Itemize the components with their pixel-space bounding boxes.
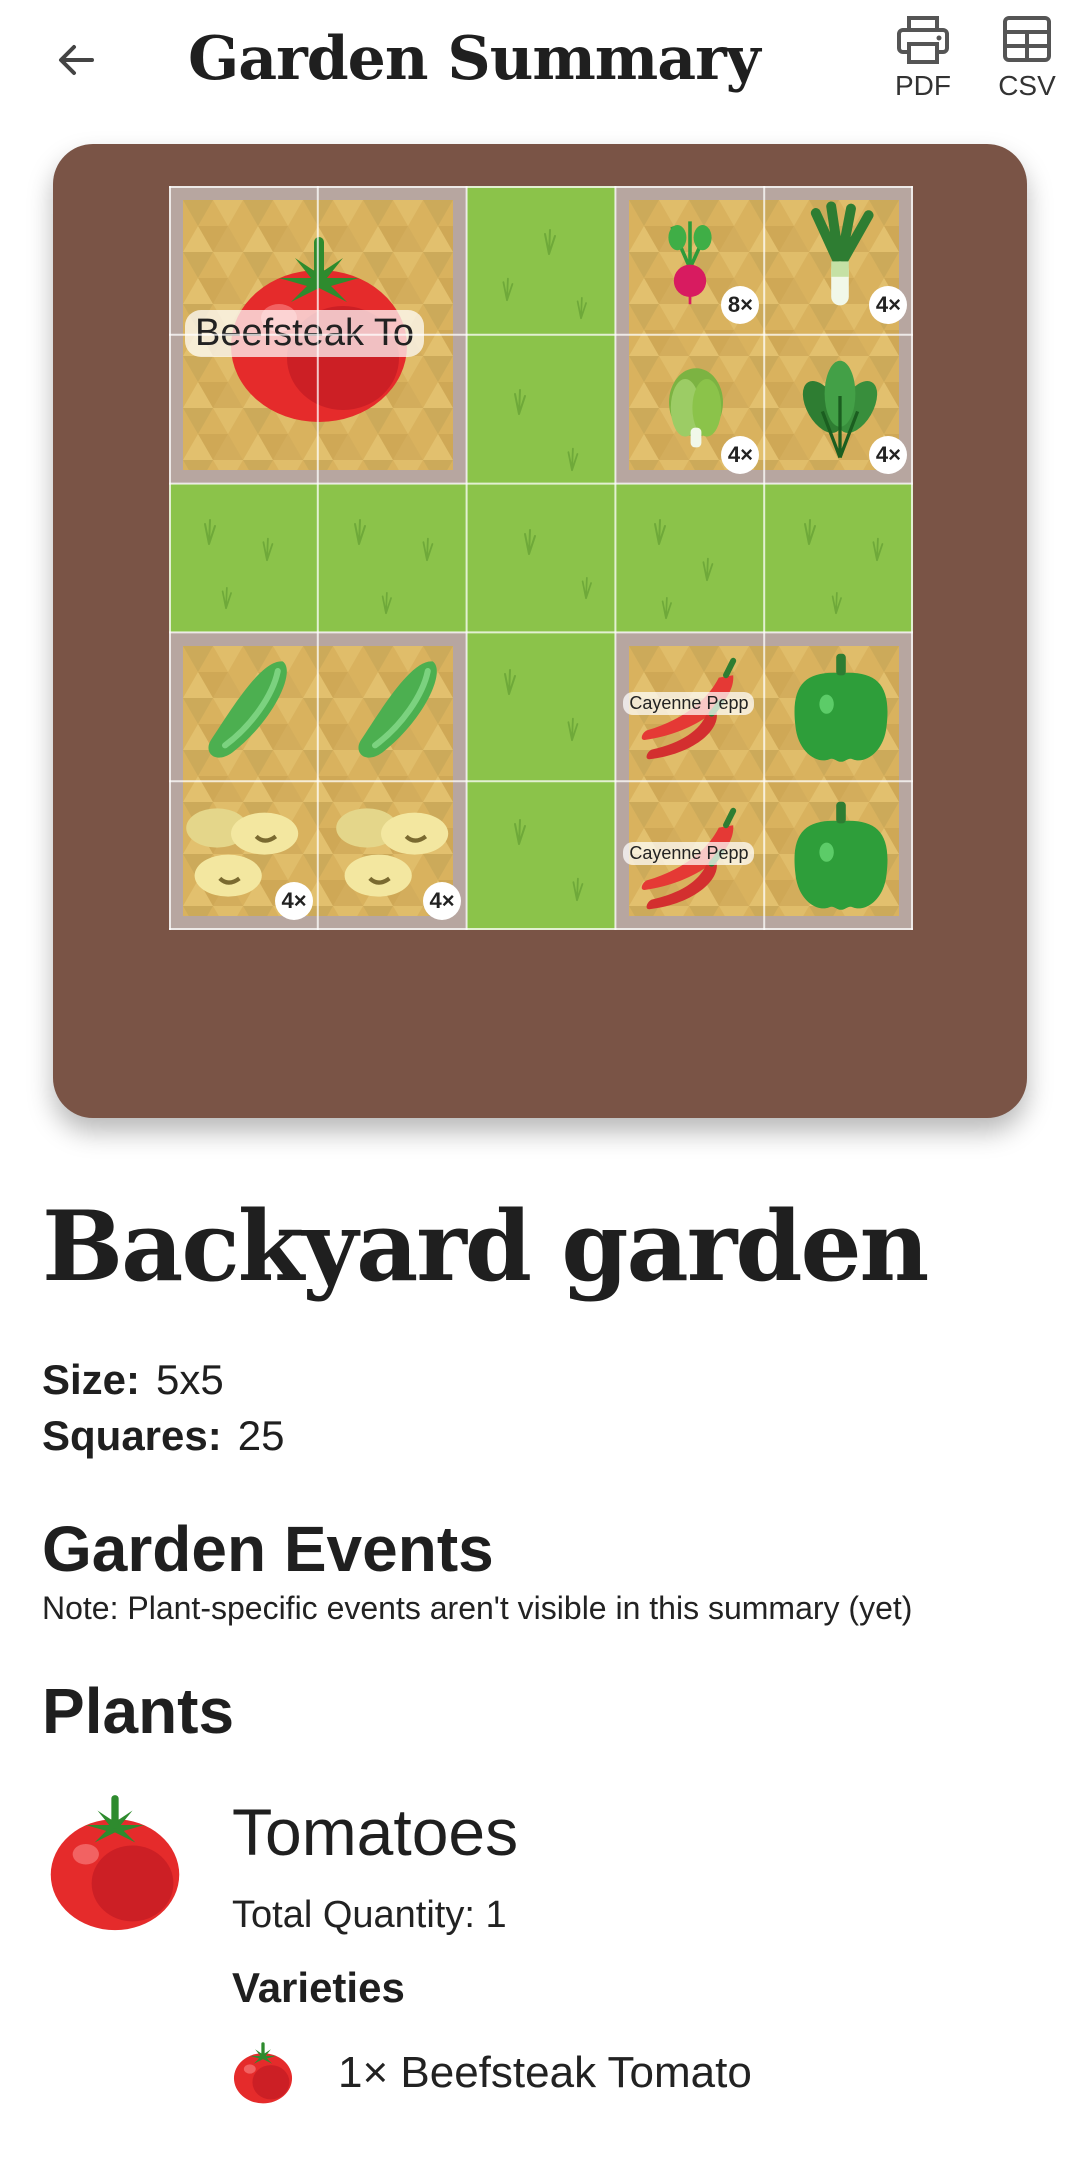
app-bar: Garden Summary PDF CSV — [0, 0, 1080, 130]
cucumber-icon — [339, 642, 459, 772]
cucumber-icon — [189, 642, 309, 772]
grass-cell[interactable] — [317, 483, 467, 633]
back-button[interactable] — [40, 28, 112, 92]
grass-cell[interactable] — [466, 483, 616, 633]
grass-cell[interactable] — [169, 483, 318, 633]
quantity-badge: 4× — [423, 882, 461, 921]
size-label: Size: — [42, 1356, 141, 1403]
grass-cell[interactable] — [466, 334, 616, 484]
grass-cell[interactable] — [615, 483, 765, 633]
garden-bed-bottom-right[interactable]: Cayenne Pepp Cayenne Pepp — [615, 632, 913, 930]
garden-bed-top-right[interactable]: 8× 4× 4× 4× — [615, 186, 913, 484]
export-pdf-button[interactable]: PDF — [878, 14, 968, 114]
grass-cell[interactable] — [466, 632, 616, 782]
variety-item: 1× Beefsteak Tomato — [338, 2048, 752, 2097]
grass-cell[interactable] — [466, 781, 616, 930]
tomato-icon — [42, 1790, 188, 1936]
plants-heading: Plants — [42, 1675, 235, 1747]
pdf-label: PDF — [895, 70, 951, 101]
grass-cell[interactable] — [466, 186, 616, 335]
plant-label: Beefsteak To — [185, 310, 425, 357]
export-csv-button[interactable]: CSV — [982, 14, 1072, 114]
table-icon — [1003, 16, 1051, 62]
quantity-badge: 4× — [869, 286, 908, 324]
csv-label: CSV — [998, 70, 1056, 101]
plant-name: Tomatoes — [232, 1795, 519, 1869]
arrow-back-icon — [59, 45, 94, 75]
garden-events-heading: Garden Events — [42, 1513, 494, 1585]
events-note: Note: Plant-specific events aren't visib… — [42, 1590, 913, 1626]
garden-name: Backyard garden — [42, 1190, 929, 1303]
garden-squares: Squares: 25 — [42, 1412, 284, 1460]
garden-bed-top-left[interactable]: Beefsteak To — [169, 186, 467, 484]
print-icon — [897, 16, 949, 64]
bell-pepper-icon — [794, 802, 888, 911]
garden-map-card: Beefsteak To 8× 4× 4× 4× 4× 4× Cayenne P… — [53, 144, 1027, 1118]
total-quantity: Total Quantity: 1 — [232, 1894, 507, 1936]
size-value: 5x5 — [156, 1356, 224, 1403]
varieties-heading: Varieties — [232, 1964, 405, 2011]
garden-bed-bottom-left[interactable]: 4× 4× — [169, 632, 467, 930]
tomato-icon — [232, 2042, 294, 2106]
garden-grid[interactable]: Beefsteak To 8× 4× 4× 4× 4× 4× Cayenne P… — [169, 186, 913, 930]
garden-size: Size: 5x5 — [42, 1356, 224, 1404]
bell-pepper-icon — [794, 654, 888, 763]
quantity-badge: 4× — [869, 436, 908, 474]
squares-label: Squares: — [42, 1412, 222, 1459]
plant-label: Cayenne Pepp — [623, 692, 755, 716]
grass-cell[interactable] — [764, 483, 913, 633]
squares-value: 25 — [237, 1412, 285, 1459]
plant-label: Cayenne Pepp — [623, 842, 755, 866]
page-title: Garden Summary — [188, 24, 761, 94]
